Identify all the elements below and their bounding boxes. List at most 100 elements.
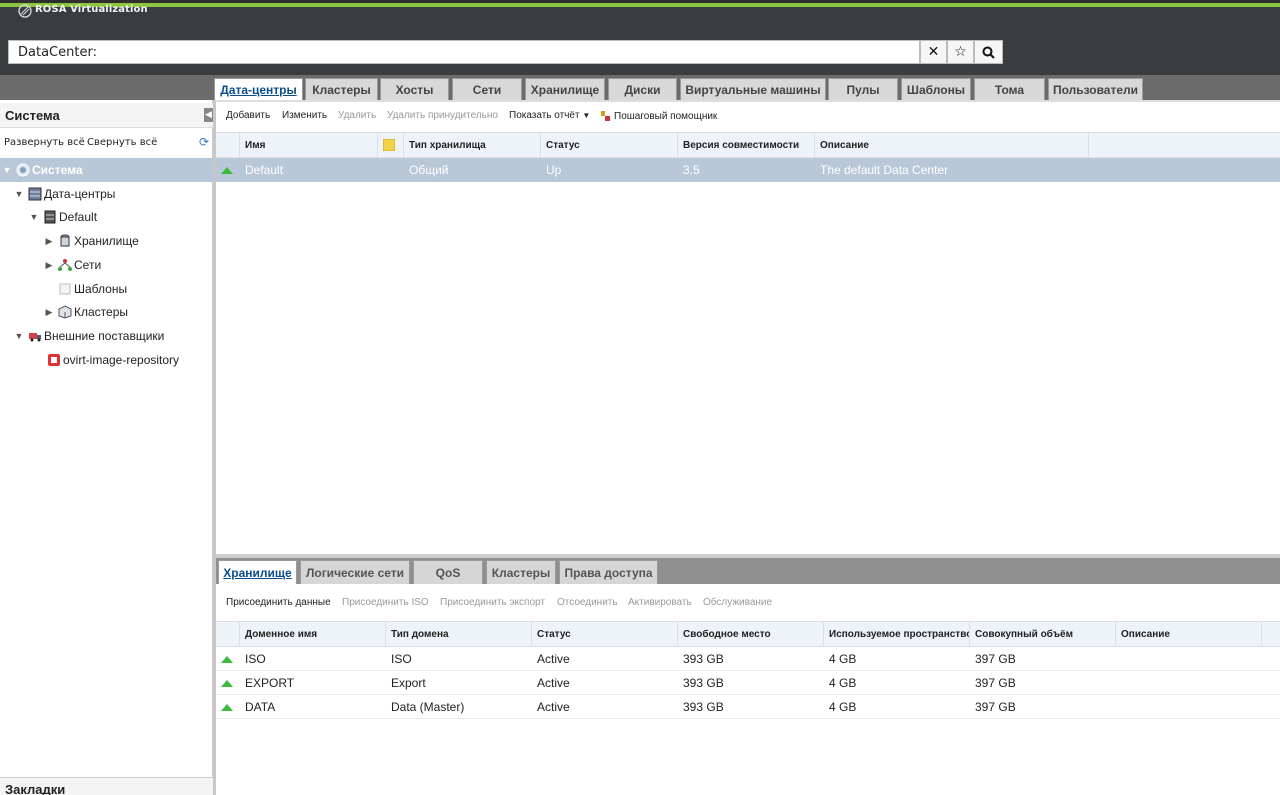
chevron-left-icon: ◀ — [205, 110, 212, 120]
cell-free-space: 393 GB — [683, 676, 724, 690]
attach-data-button[interactable]: Присоединить данные — [226, 597, 331, 608]
tree-item-templates[interactable]: Шаблоны — [0, 277, 213, 301]
expand-all-link[interactable]: Развернуть всё — [4, 137, 85, 148]
column-header-name[interactable]: Имя — [240, 132, 378, 158]
table-row[interactable]: DATA Data (Master) Active 393 GB 4 GB 39… — [216, 695, 1280, 719]
tab-users[interactable]: Пользователи — [1048, 78, 1143, 100]
column-header-used-space[interactable]: Используемое пространство — [824, 621, 970, 647]
force-remove-button[interactable]: Удалить принудительно — [387, 110, 498, 121]
collapse-panel-button[interactable]: ◀ — [204, 108, 213, 122]
cell-total-size: 397 GB — [975, 652, 1016, 666]
subtab-permissions[interactable]: Права доступа — [559, 560, 658, 584]
expand-arrow-icon[interactable]: ▶ — [44, 307, 54, 318]
attach-export-button[interactable]: Присоединить экспорт — [440, 597, 545, 608]
table-row[interactable]: ISO ISO Active 393 GB 4 GB 397 GB — [216, 647, 1280, 671]
detach-button[interactable]: Отсоединить — [557, 597, 618, 608]
column-header-domain-type[interactable]: Тип домена — [386, 621, 532, 647]
status-up-icon — [221, 166, 233, 174]
column-header-description[interactable]: Описание — [815, 132, 1089, 158]
tab-networks[interactable]: Сети — [452, 78, 522, 100]
bookmark-search-button[interactable]: ☆ — [947, 40, 974, 64]
expand-arrow-icon[interactable]: ▼ — [14, 189, 24, 199]
tree-item-label: Система — [32, 163, 83, 177]
status-cell — [216, 671, 240, 695]
expand-arrow-icon[interactable]: ▼ — [2, 165, 12, 175]
attach-iso-button[interactable]: Присоединить ISO — [342, 597, 429, 608]
subtab-logical-networks[interactable]: Логические сети — [300, 560, 410, 584]
column-header-free-space[interactable]: Свободное место — [678, 621, 824, 647]
top-accent-bar — [0, 0, 1280, 7]
tree-item-storage[interactable]: ▶ Хранилище — [0, 229, 213, 253]
status-column-header[interactable] — [216, 621, 240, 647]
cell-total-size: 397 GB — [975, 700, 1016, 714]
status-column-header[interactable] — [216, 132, 240, 158]
cell-domain-type: Data (Master) — [391, 700, 465, 714]
tab-clusters[interactable]: Кластеры — [305, 78, 378, 100]
datacenters-icon — [28, 187, 42, 201]
table-row[interactable]: EXPORT Export Active 393 GB 4 GB 397 GB — [216, 671, 1280, 695]
tab-disks[interactable]: Диски — [608, 78, 677, 100]
expand-arrow-icon[interactable]: ▼ — [14, 331, 24, 341]
tab-pools[interactable]: Пулы — [828, 78, 898, 100]
column-header-storage-type[interactable]: Тип хранилища — [404, 132, 541, 158]
comment-column-header[interactable] — [378, 132, 404, 158]
status-up-icon — [221, 679, 233, 687]
expand-arrow-icon[interactable]: ▶ — [44, 236, 54, 247]
tree-item-datacenters[interactable]: ▼ Дата-центры — [0, 182, 213, 206]
add-button[interactable]: Добавить — [226, 110, 270, 121]
network-icon — [58, 259, 72, 271]
tab-volumes[interactable]: Тома — [974, 78, 1045, 100]
column-header-compat-version[interactable]: Версия совместимости — [678, 132, 815, 158]
refresh-icon[interactable]: ⟳ — [199, 135, 209, 149]
column-header-description[interactable]: Описание — [1116, 621, 1262, 647]
cell-used-space: 4 GB — [829, 700, 857, 714]
tree-item-default[interactable]: ▼ Default — [0, 205, 213, 229]
tab-datacenters[interactable]: Дата-центры — [214, 78, 303, 101]
expand-arrow-icon[interactable]: ▼ — [29, 212, 39, 222]
activate-button[interactable]: Активировать — [628, 597, 692, 608]
edit-button[interactable]: Изменить — [282, 110, 327, 121]
column-header-status[interactable]: Статус — [532, 621, 678, 647]
guide-button[interactable]: Пошаговый помощник — [600, 110, 717, 122]
tree-item-label: Сети — [74, 258, 102, 272]
tab-templates[interactable]: Шаблоны — [901, 78, 971, 100]
chevron-down-icon: ▼ — [582, 111, 591, 120]
subtab-storage[interactable]: Хранилище — [218, 560, 297, 584]
cell-status: Active — [537, 652, 570, 666]
title-bar — [0, 7, 1280, 30]
tree-item-clusters[interactable]: ▶ Кластеры — [0, 300, 213, 324]
comment-icon — [383, 139, 395, 151]
tab-virtual-machines[interactable]: Виртуальные машины — [680, 78, 826, 100]
status-cell — [216, 695, 240, 719]
tab-hosts[interactable]: Хосты — [380, 78, 449, 100]
subtab-clusters[interactable]: Кластеры — [486, 560, 556, 584]
star-icon: ☆ — [954, 44, 967, 60]
tree-item-ovirt-image-repository[interactable]: ovirt-image-repository — [0, 348, 213, 372]
tab-storage[interactable]: Хранилище — [525, 78, 605, 100]
tree-item-label: Хранилище — [74, 234, 139, 248]
truck-icon — [29, 333, 41, 342]
collapse-all-link[interactable]: Свернуть всё — [87, 137, 157, 148]
column-header-domain-name[interactable]: Доменное имя — [240, 621, 386, 647]
subtab-qos[interactable]: QoS — [413, 560, 483, 584]
tree-item-system[interactable]: ▼ Система — [0, 158, 213, 182]
cluster-icon — [58, 305, 72, 319]
bookmarks-title[interactable]: Закладки — [5, 782, 65, 795]
report-dropdown[interactable]: Показать отчёт ▼ — [509, 110, 590, 121]
system-panel-title: Система — [5, 108, 60, 123]
cell-storage-type: Общий — [409, 163, 449, 177]
remove-button[interactable]: Удалить — [338, 110, 376, 121]
rosa-logo-icon — [18, 4, 32, 18]
expand-arrow-icon[interactable]: ▶ — [44, 260, 54, 271]
search-input[interactable] — [8, 40, 920, 64]
tree-item-external-providers[interactable]: ▼ Внешние поставщики — [0, 324, 213, 348]
clear-search-button[interactable]: ✕ — [920, 40, 947, 64]
search-button[interactable] — [974, 40, 1003, 64]
tree-item-networks[interactable]: ▶ Сети — [0, 253, 213, 277]
column-header-status[interactable]: Статус — [541, 132, 678, 158]
system-icon — [16, 163, 30, 177]
cell-name: Default — [245, 163, 284, 177]
status-cell — [216, 158, 240, 182]
maintenance-button[interactable]: Обслуживание — [703, 597, 772, 608]
column-header-total-size[interactable]: Совокупный объём — [970, 621, 1116, 647]
